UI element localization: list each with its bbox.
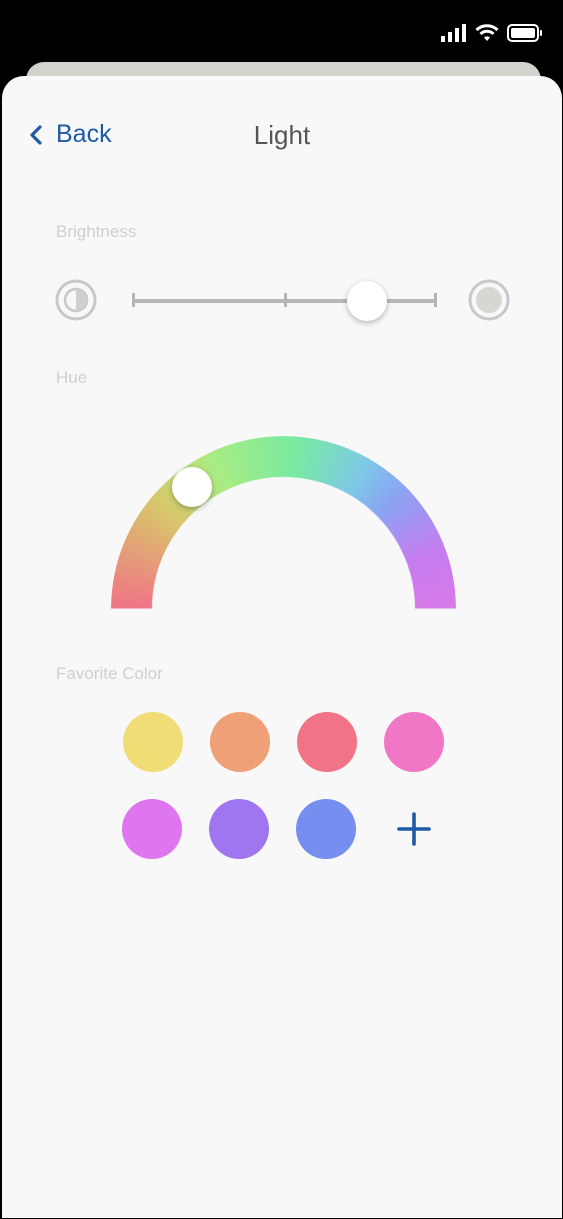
battery-icon [507, 24, 542, 42]
slider-tick-mid [284, 293, 287, 307]
favorite-swatch-purple[interactable] [209, 799, 269, 859]
light-settings-sheet: Back Light Brightness Hue Favorite Color [2, 76, 562, 1218]
brightness-slider-thumb[interactable] [346, 281, 387, 321]
brightness-label: Brightness [56, 222, 137, 241]
brightness-high-icon[interactable] [468, 279, 510, 321]
favorite-swatch-orange[interactable] [210, 712, 270, 772]
favorite-swatch-magenta[interactable] [122, 799, 182, 859]
favorite-swatch-yellow[interactable] [123, 712, 183, 772]
favorite-color-label: Favorite Color [56, 664, 163, 683]
hue-label: Hue [56, 368, 88, 387]
hue-picker [2, 416, 562, 616]
signal-icon [441, 24, 466, 42]
status-bar [0, 0, 563, 70]
slider-tick-max [434, 293, 437, 307]
slider-tick-min [132, 293, 135, 307]
favorite-swatch-blue[interactable] [296, 799, 356, 859]
add-favorite-button[interactable] [384, 799, 444, 859]
plus-icon [397, 812, 431, 846]
hue-slider-thumb[interactable] [172, 467, 212, 507]
brightness-low-icon[interactable] [55, 279, 97, 321]
favorite-swatch-red[interactable] [297, 712, 357, 772]
page-title: Light [253, 120, 311, 150]
brightness-slider-row [2, 279, 562, 329]
status-icons [441, 24, 543, 42]
favorite-swatch-pink[interactable] [384, 712, 444, 772]
wifi-icon [475, 24, 499, 41]
